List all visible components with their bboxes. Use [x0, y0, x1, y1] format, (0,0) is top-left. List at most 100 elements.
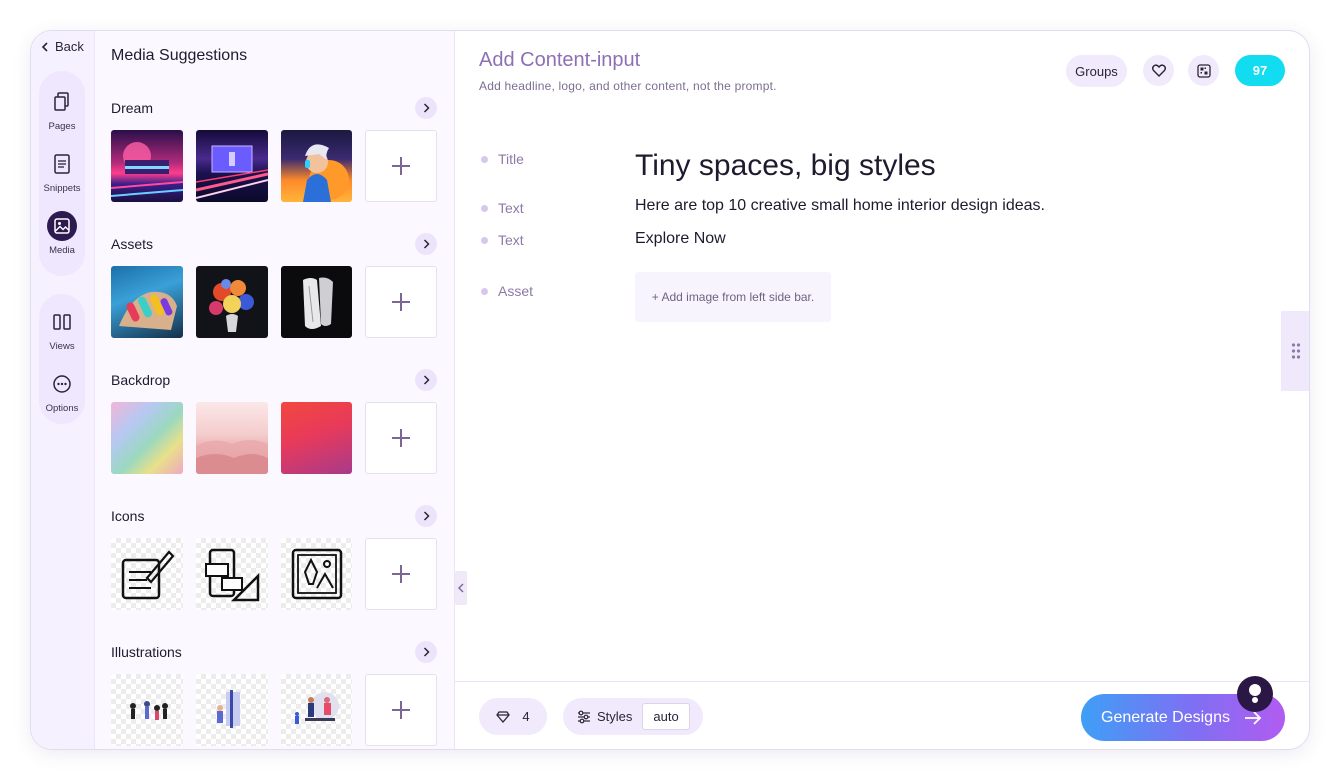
illustration-team[interactable] — [111, 674, 183, 746]
plus-icon — [392, 157, 411, 175]
styles-label: Styles — [597, 709, 633, 724]
bullet-dot — [481, 236, 488, 244]
dream-image-2[interactable] — [195, 130, 268, 202]
expand-backdrop-button[interactable] — [415, 369, 437, 391]
plus-icon — [392, 429, 411, 447]
illustration-board[interactable] — [195, 674, 268, 746]
section-title: Backdrop — [111, 372, 171, 388]
page-subtitle: Add headline, logo, and other content, n… — [479, 79, 777, 93]
rail-item-media[interactable]: Media — [39, 202, 85, 264]
rail-item-label: Snippets — [43, 182, 81, 194]
add-illustration-button[interactable] — [365, 674, 437, 746]
section-backdrop: Backdrop — [111, 369, 437, 474]
back-label: Back — [55, 39, 84, 54]
rail-group-content: Pages Snippets Media — [39, 71, 85, 276]
asset-image-1[interactable] — [111, 266, 183, 338]
section-icons: Icons — [111, 505, 437, 610]
back-button[interactable]: Back — [41, 39, 84, 54]
arrow-right-icon — [1244, 710, 1262, 725]
field-label-text: Title — [498, 151, 524, 167]
rail-item-snippets[interactable]: Snippets — [39, 140, 85, 202]
backdrop-image-2[interactable] — [195, 402, 268, 474]
add-image-dropzone[interactable]: + Add image from left side bar. — [635, 272, 831, 322]
app-window: Back Pages Snippets Media Views Options … — [30, 30, 1310, 750]
grip-dots-icon — [1291, 343, 1301, 359]
asset-image-3[interactable] — [280, 266, 353, 338]
field-label-text: Asset — [498, 283, 534, 299]
options-icon — [47, 369, 77, 399]
rail-item-options[interactable]: Options — [39, 360, 85, 422]
heart-icon — [1151, 64, 1166, 77]
field-label-text-2: Text — [481, 232, 524, 248]
section-assets: Assets — [111, 233, 437, 338]
field-label-text-1: Text — [481, 200, 524, 216]
sliders-icon — [578, 710, 590, 723]
credits-badge: 97 — [1235, 55, 1285, 86]
illustration-workspace[interactable] — [280, 674, 353, 746]
qr-code-button[interactable] — [1188, 55, 1219, 86]
left-rail: Back Pages Snippets Media Views Options — [31, 31, 95, 749]
plus-icon — [392, 565, 411, 583]
chevron-left-icon — [41, 41, 48, 52]
chevron-right-icon — [423, 239, 430, 249]
bottom-bar: 4 Styles auto Generate Designs — [455, 676, 1309, 749]
text-input-2[interactable]: Explore Now — [635, 230, 726, 248]
page-title: Add Content-input — [479, 49, 641, 71]
assistant-button[interactable] — [1237, 676, 1273, 712]
rail-item-label: Pages — [48, 120, 76, 132]
gems-button[interactable]: 4 — [479, 698, 547, 735]
plus-icon — [392, 701, 411, 719]
chevron-right-icon — [423, 511, 430, 521]
drag-handle[interactable] — [1281, 311, 1309, 391]
media-icon — [47, 210, 77, 241]
expand-dream-button[interactable] — [415, 97, 437, 119]
styles-select[interactable]: auto — [642, 703, 690, 730]
content-input-area: Add Content-input Add headline, logo, an… — [455, 31, 1309, 749]
add-dream-button[interactable] — [365, 130, 437, 202]
gems-count: 4 — [522, 709, 530, 724]
rail-group-settings: Views Options — [39, 294, 85, 424]
field-label-asset: Asset — [481, 283, 533, 299]
rail-item-label: Media — [49, 244, 75, 256]
expand-icons-button[interactable] — [415, 505, 437, 527]
panel-title: Media Suggestions — [111, 47, 248, 64]
text-input-1[interactable]: Here are top 10 creative small home inte… — [635, 197, 1045, 215]
section-title: Dream — [111, 100, 154, 116]
pages-icon — [47, 87, 77, 117]
expand-assets-button[interactable] — [415, 233, 437, 255]
assistant-icon — [1249, 684, 1261, 703]
section-illustrations: Illustrations — [111, 641, 437, 746]
field-label-title: Title — [481, 151, 524, 167]
backdrop-image-3[interactable] — [280, 402, 353, 474]
icon-image-editing[interactable] — [280, 538, 353, 610]
bullet-dot — [481, 155, 488, 163]
favorite-button[interactable] — [1143, 55, 1174, 86]
section-title: Illustrations — [111, 644, 182, 660]
diamond-icon — [496, 710, 511, 723]
backdrop-image-1[interactable] — [111, 402, 183, 474]
bullet-dot — [481, 287, 488, 295]
rail-item-pages[interactable]: Pages — [39, 78, 85, 140]
add-icon-button[interactable] — [365, 538, 437, 610]
chevron-right-icon — [423, 103, 430, 113]
groups-label: Groups — [1075, 63, 1118, 79]
styles-button[interactable]: Styles auto — [563, 698, 703, 735]
groups-button[interactable]: Groups — [1066, 55, 1127, 87]
icon-ui-design[interactable] — [195, 538, 268, 610]
dream-image-1[interactable] — [111, 130, 183, 202]
expand-illustrations-button[interactable] — [415, 641, 437, 663]
rail-item-views[interactable]: Views — [39, 298, 85, 360]
media-suggestions-panel: Media Suggestions Dream Assets Backdrop … — [95, 31, 455, 749]
icon-design-tablet[interactable] — [111, 538, 183, 610]
chevron-right-icon — [423, 375, 430, 385]
add-asset-button[interactable] — [365, 266, 437, 338]
field-label-text: Text — [498, 200, 524, 216]
asset-image-2[interactable] — [195, 266, 268, 338]
section-title: Icons — [111, 508, 145, 524]
views-icon — [47, 307, 77, 337]
add-backdrop-button[interactable] — [365, 402, 437, 474]
dream-image-3[interactable] — [280, 130, 353, 202]
title-input[interactable]: Tiny spaces, big styles — [635, 149, 936, 183]
qr-code-icon — [1196, 63, 1211, 78]
snippets-icon — [47, 149, 77, 179]
